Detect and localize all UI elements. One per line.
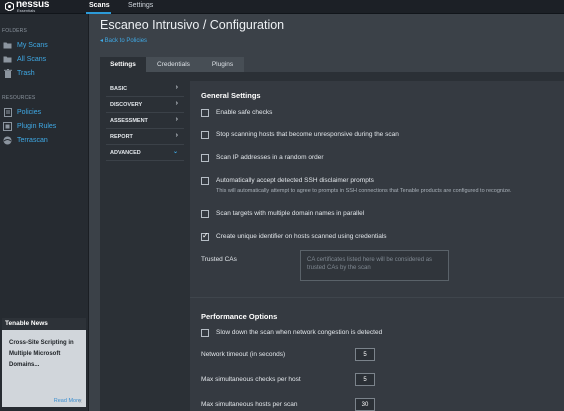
sidebar-item-my-scans[interactable]: My Scans [3, 39, 48, 51]
nav-active-indicator [86, 12, 111, 14]
chevron-right-icon: › [175, 100, 178, 107]
network-timeout-input[interactable]: 5 [355, 348, 375, 361]
category-basic[interactable]: BASIC › [106, 81, 184, 97]
trash-icon [3, 68, 12, 78]
chevron-right-icon: › [175, 84, 178, 91]
category-label: BASIC [110, 86, 128, 92]
option-enable-safe-checks[interactable]: Enable safe checks [201, 109, 272, 117]
category-label: ADVANCED [110, 150, 141, 156]
option-label: Create unique identifier on hosts scanne… [216, 233, 387, 240]
back-to-policies-link[interactable]: ◂ Back to Policies [100, 37, 147, 44]
category-label: ASSESSMENT [110, 118, 148, 124]
sidebar-item-label: Plugin Rules [17, 122, 57, 130]
tab-plugins[interactable]: Plugins [201, 57, 244, 72]
collapse-sidebar-icon[interactable]: « [78, 398, 82, 405]
checkbox-checked[interactable] [201, 231, 209, 241]
sidebar-item-label: Policies [17, 108, 42, 116]
category-label: REPORT [110, 134, 133, 140]
option-label: Automatically accept detected SSH discla… [216, 177, 374, 184]
page-title: Escaneo Intrusivo / Configuration [100, 18, 285, 32]
folder-icon [3, 41, 12, 50]
tenable-news-widget: Tenable News Cross-Site Scripting in Mul… [2, 318, 86, 407]
sidebar-item-label: Trash [17, 69, 35, 77]
category-report[interactable]: REPORT › [106, 129, 184, 145]
category-label: DISCOVERY [110, 102, 143, 108]
tab-credentials[interactable]: Credentials [146, 57, 201, 72]
option-stop-unresponsive-hosts[interactable]: Stop scanning hosts that become unrespon… [201, 131, 399, 139]
chevron-right-icon: › [175, 132, 178, 139]
option-slow-down-scan[interactable]: Slow down the scan when network congesti… [201, 329, 382, 337]
checkbox[interactable] [201, 210, 209, 218]
sidebar-item-all-scans[interactable]: All Scans [3, 53, 46, 65]
top-bar: nessus Essentials Scans Settings [0, 0, 564, 14]
chevron-right-icon: › [175, 116, 178, 123]
trusted-cas-textarea[interactable]: CA certificates listed here will be cons… [300, 250, 449, 281]
category-assessment[interactable]: ASSESSMENT › [106, 113, 184, 129]
network-timeout-label: Network timeout (in seconds) [201, 351, 286, 358]
chevron-down-icon: ⌄ [172, 149, 178, 155]
max-checks-per-host-label: Max simultaneous checks per host [201, 376, 301, 383]
settings-category-list: BASIC › DISCOVERY › ASSESSMENT › REPORT … [106, 81, 184, 161]
sidebar-item-label: My Scans [17, 41, 48, 49]
folders-heading: FOLDERS [2, 28, 28, 34]
nav-settings[interactable]: Settings [128, 2, 153, 9]
policy-icon [3, 107, 12, 117]
section-divider [190, 297, 564, 298]
sidebar-item-trash[interactable]: Trash [3, 67, 35, 79]
plugin-rules-icon [3, 121, 12, 131]
option-label: Slow down the scan when network congesti… [216, 329, 383, 336]
news-heading: Tenable News [2, 318, 86, 330]
checkbox[interactable] [201, 154, 209, 162]
sidebar-item-plugin-rules[interactable]: Plugin Rules [3, 120, 56, 132]
option-label: Enable safe checks [216, 109, 273, 116]
terrascan-icon [3, 136, 12, 145]
option-description: This will automatically attempt to agree… [216, 188, 512, 194]
option-random-ip-order[interactable]: Scan IP addresses in a random order [201, 154, 324, 162]
checkbox[interactable] [201, 131, 209, 139]
sidebar-item-label: Terrascan [17, 136, 48, 144]
option-accept-ssh-disclaimer[interactable]: Automatically accept detected SSH discla… [201, 177, 512, 194]
news-card[interactable]: Cross-Site Scripting in Multiple Microso… [2, 330, 86, 407]
category-discovery[interactable]: DISCOVERY › [106, 97, 184, 113]
tab-settings[interactable]: Settings [100, 57, 146, 72]
sidebar-item-policies[interactable]: Policies [3, 106, 41, 118]
general-settings-heading: General Settings [201, 91, 261, 100]
nessus-logo-icon [5, 2, 14, 11]
sidebar: FOLDERS My Scans All Scans Trash RESOURC… [0, 14, 89, 411]
news-title[interactable]: Cross-Site Scripting in Multiple Microso… [9, 338, 81, 371]
sidebar-item-terrascan[interactable]: Terrascan [3, 134, 48, 146]
max-checks-per-host-input[interactable]: 5 [355, 373, 375, 386]
folder-icon [3, 55, 12, 64]
read-more-link[interactable]: Read More [54, 398, 81, 404]
option-label: Scan IP addresses in a random order [216, 154, 324, 161]
option-unique-identifier[interactable]: Create unique identifier on hosts scanne… [201, 231, 387, 241]
max-hosts-per-scan-label: Max simultaneous hosts per scan [201, 401, 298, 408]
nav-scans[interactable]: Scans [89, 2, 110, 9]
option-label: Stop scanning hosts that become unrespon… [216, 131, 399, 138]
checkbox[interactable] [201, 109, 209, 117]
trusted-cas-label: Trusted CAs [201, 256, 237, 263]
nessus-logo[interactable]: nessus Essentials [3, 0, 53, 14]
sidebar-item-label: All Scans [17, 55, 47, 63]
max-hosts-per-scan-input[interactable]: 30 [355, 398, 375, 411]
performance-options-heading: Performance Options [201, 312, 278, 321]
logo-subtitle: Essentials [17, 8, 36, 13]
checkbox[interactable] [201, 329, 209, 337]
option-label: Scan targets with multiple domain names … [216, 210, 365, 217]
option-parallel-domain-names[interactable]: Scan targets with multiple domain names … [201, 210, 364, 218]
checkbox[interactable] [201, 177, 209, 185]
resources-heading: RESOURCES [2, 95, 36, 101]
category-advanced[interactable]: ADVANCED ⌄ [106, 145, 184, 161]
